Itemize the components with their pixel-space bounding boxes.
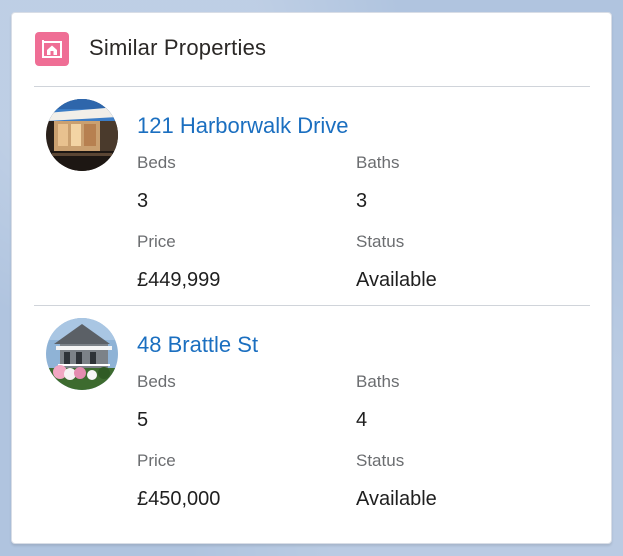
baths-label: Baths (356, 153, 400, 172)
beds-value: 5 (137, 409, 149, 431)
status-value: Available (356, 269, 437, 291)
property-address-link[interactable]: 48 Brattle St (137, 332, 258, 358)
price-value: £450,000 (137, 488, 221, 510)
property-photo[interactable] (46, 318, 118, 390)
price-label: Price (137, 232, 176, 251)
property-item: 121 Harborwalk Drive Beds Baths 3 3 Pric… (12, 87, 611, 305)
house-icon (35, 32, 69, 66)
beds-label: Beds (137, 372, 176, 391)
price-value: £449,999 (137, 269, 221, 291)
status-label: Status (356, 451, 405, 470)
baths-value: 3 (356, 190, 368, 212)
property-item: 48 Brattle St Beds Baths 5 4 Price Statu… (12, 306, 611, 524)
similar-properties-card: Similar Properties 121 Harborwalk Drive … (11, 12, 612, 544)
card-title: Similar Properties (89, 35, 267, 60)
status-value: Available (356, 488, 437, 510)
baths-label: Baths (356, 372, 400, 391)
beds-value: 3 (137, 190, 149, 212)
beds-label: Beds (137, 153, 176, 172)
status-label: Status (356, 232, 405, 251)
property-photo[interactable] (46, 99, 118, 171)
baths-value: 4 (356, 409, 368, 431)
price-label: Price (137, 451, 176, 470)
property-address-link[interactable]: 121 Harborwalk Drive (137, 113, 349, 139)
card-header: Similar Properties (12, 13, 611, 87)
